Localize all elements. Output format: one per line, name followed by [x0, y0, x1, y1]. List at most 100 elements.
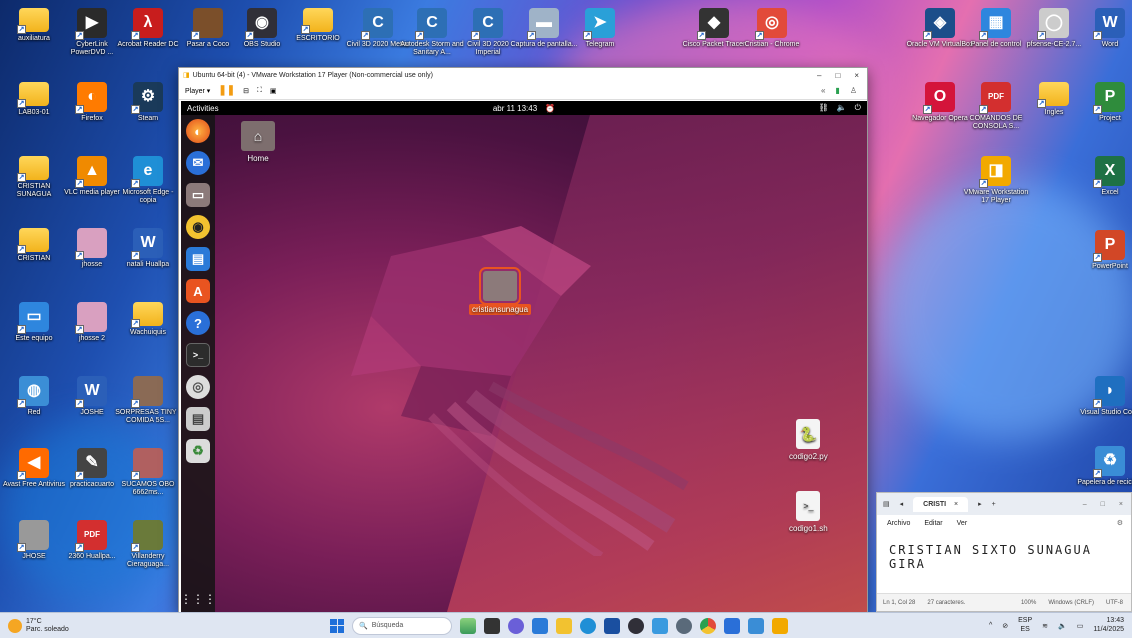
desktop-shortcut[interactable]: ↗ Villanderry Cieraguaga...	[114, 520, 182, 569]
settings-gear-icon[interactable]: ⚙	[1117, 519, 1131, 527]
tab-scroll-right-icon[interactable]: ▸	[978, 500, 982, 508]
send-keys-icon[interactable]: ⊟	[243, 87, 249, 95]
shortcut-arrow-icon: ↗	[583, 31, 592, 40]
task-view-icon[interactable]	[484, 617, 500, 634]
app-icon[interactable]	[604, 617, 620, 634]
disc-icon[interactable]: ◎	[186, 375, 210, 399]
vmware-title-bar[interactable]: ◨ Ubuntu 64-bit (4) - VMware Workstation…	[179, 68, 867, 82]
menu-archivo[interactable]: Archivo	[887, 520, 910, 527]
desktop-shortcut[interactable]: X ↗ Excel	[1076, 156, 1132, 197]
desktop-shortcut[interactable]: ⚙ ↗ Steam	[114, 82, 182, 123]
minimize-button[interactable]: –	[817, 71, 821, 80]
app-center-icon[interactable]: A	[186, 279, 210, 303]
help-icon[interactable]: ?	[186, 311, 210, 335]
explorer-icon[interactable]	[556, 617, 572, 634]
thunderbird-icon[interactable]: ✉	[186, 151, 210, 175]
tab-scroll-left-icon[interactable]: ◂	[900, 500, 904, 508]
notepad-text-area[interactable]: CRISTIAN SIXTO SUNAGUA GIRA	[877, 531, 1131, 593]
writer-icon[interactable]: ▤	[186, 247, 210, 271]
user-icon[interactable]: ♙	[850, 86, 857, 95]
unity-icon[interactable]: ▣	[270, 87, 277, 95]
device-icon[interactable]: ▮	[835, 86, 839, 95]
vmware-window[interactable]: ◨ Ubuntu 64-bit (4) - VMware Workstation…	[178, 67, 868, 613]
desktop-shortcut[interactable]: ➤ ↗ Telegram	[566, 8, 634, 49]
shortcut-label: pfsense-CE-2.7...	[1026, 41, 1082, 48]
trash-icon[interactable]: ♻	[186, 439, 210, 463]
desktop-shortcut[interactable]: ↗ SUCAMOS OBO 6662ms...	[114, 448, 182, 497]
shortcut-icon: ↗	[17, 520, 49, 552]
activities-button[interactable]: Activities	[187, 104, 219, 113]
wifi-icon[interactable]: ≋	[1042, 622, 1048, 630]
shortcut-icon: ↗	[131, 376, 163, 408]
desktop-shortcut[interactable]: ♻↗Papelera de reciclaje	[1076, 446, 1132, 487]
new-tab-button[interactable]: +	[992, 501, 996, 508]
battery-icon[interactable]: ▭	[1077, 622, 1084, 630]
language-indicator[interactable]: ESP ES	[1018, 617, 1032, 634]
desktop-shortcut[interactable]: P ↗ Project	[1076, 82, 1132, 123]
back-icon[interactable]: «	[821, 86, 825, 95]
desktop-shortcut[interactable]: ↗ Wachuiquis	[114, 302, 182, 337]
packet-tracer-icon[interactable]	[652, 617, 668, 634]
teams-icon[interactable]	[508, 617, 524, 634]
tab-cristi[interactable]: CRISTI ×	[913, 496, 969, 512]
power-icon[interactable]: ⏻	[855, 103, 861, 113]
shortcut-icon: ◨ ↗	[979, 156, 1011, 188]
taskbar-clock[interactable]: 13:43 11/4/2025	[1093, 617, 1124, 634]
notepad-close-button[interactable]: ×	[1119, 501, 1123, 508]
tray-app-icon[interactable]: ⊘	[1002, 622, 1008, 630]
player-menu-button[interactable]: Player ▾	[185, 87, 210, 95]
firefox-icon[interactable]: ◐	[186, 119, 210, 143]
volume-icon[interactable]: 🔈	[837, 103, 847, 113]
widgets-icon[interactable]	[460, 617, 476, 634]
edge-icon[interactable]	[580, 617, 596, 634]
notepad-window[interactable]: ▤ ◂ CRISTI × ▸ + – □ × Archivo Editar Ve…	[876, 492, 1132, 612]
shortcut-icon: ◗ ↗	[1093, 376, 1125, 408]
tray-overflow-icon[interactable]: ^	[989, 622, 992, 629]
obs-icon[interactable]	[628, 617, 644, 634]
desktop-shortcut[interactable]: λ ↗ Acrobat Reader DC	[114, 8, 182, 49]
shortcut-arrow-icon: ↗	[131, 251, 140, 260]
desktop-shortcut[interactable]: P ↗ PowerPoint	[1076, 230, 1132, 271]
pause-icon[interactable]: ❚❚	[218, 85, 235, 96]
desktop-shortcut[interactable]: ↗ SORPRESAS TINY - COMIDA 5S...	[114, 376, 182, 425]
shortcut-label: Firefox	[81, 115, 103, 122]
network-icon[interactable]: ⛓	[819, 103, 829, 113]
store-icon[interactable]	[532, 617, 548, 634]
weather-widget[interactable]: 17°C Parc. soleado	[0, 618, 69, 633]
desktop-shortcut[interactable]: ↗ ESCRITORIO	[284, 8, 352, 43]
selected-folder[interactable]: cristiansunagua	[469, 267, 532, 315]
shortcut-arrow-icon: ↗	[1093, 469, 1102, 478]
photos-icon[interactable]	[724, 617, 740, 634]
clock-text[interactable]: abr 11 13:43	[493, 104, 537, 113]
start-button[interactable]	[330, 618, 344, 633]
settings-icon[interactable]	[676, 617, 692, 634]
fit-window-icon[interactable]: ⛶	[257, 87, 262, 95]
python-file[interactable]: 🐍 codigo2.py	[789, 419, 828, 461]
menu-editar[interactable]: Editar	[924, 520, 942, 527]
rhythmbox-icon[interactable]: ◉	[186, 215, 210, 239]
desktop-shortcut[interactable]: e ↗ Microsoft Edge - copia	[114, 156, 182, 205]
notepad-tabbar: ▤ ◂ CRISTI × ▸ + – □ ×	[877, 493, 1131, 515]
shell-file[interactable]: >_ codigo1.sh	[789, 491, 828, 533]
menu-ver[interactable]: Ver	[957, 520, 968, 527]
close-button[interactable]: ×	[854, 71, 859, 80]
maximize-button[interactable]: □	[835, 71, 840, 80]
desktop-shortcut[interactable]: W ↗ natali Huallpa	[114, 228, 182, 269]
home-folder[interactable]: ⌂ Home	[241, 121, 275, 163]
notepad-minimize-button[interactable]: –	[1083, 501, 1087, 508]
chrome-icon[interactable]	[700, 617, 716, 634]
files-icon[interactable]: ▭	[186, 183, 210, 207]
terminal-icon[interactable]: >_	[186, 343, 210, 367]
desktop-shortcut[interactable]: ◗↗Visual Studio Code	[1076, 376, 1132, 417]
drive-icon[interactable]: ▤	[186, 407, 210, 431]
volume-icon[interactable]: 🔈	[1058, 622, 1067, 630]
vmware-taskbar-icon[interactable]	[772, 617, 788, 634]
notepad-maximize-button[interactable]: □	[1101, 501, 1105, 508]
desktop-shortcut[interactable]: ◎ ↗ Cristian - Chrome	[738, 8, 806, 49]
desktop-shortcut[interactable]: ◨ ↗ VMware Workstation 17 Player	[962, 156, 1030, 205]
search-box[interactable]: 🔍 Búsqueda	[352, 616, 452, 635]
notepad-taskbar-icon[interactable]	[748, 617, 764, 634]
tab-close-icon[interactable]: ×	[954, 501, 958, 508]
desktop-shortcut[interactable]: W ↗ Word	[1076, 8, 1132, 49]
show-apps-icon[interactable]: ⋮⋮⋮	[181, 592, 216, 606]
